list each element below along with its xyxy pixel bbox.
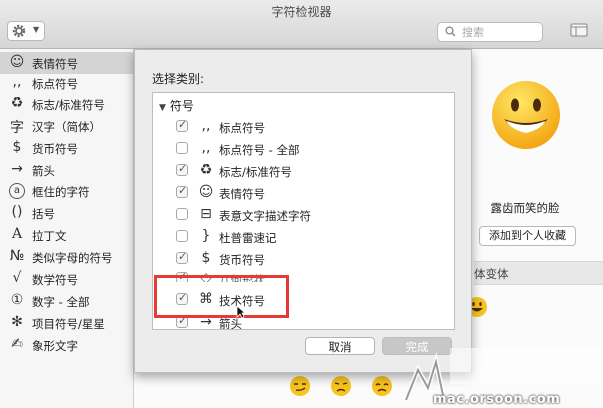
sidebar-item-label: 括号 [32, 207, 55, 221]
sidebar-item-label: 标点符号 [32, 77, 78, 91]
square-root-icon: √ [12, 270, 22, 286]
gear-icon [12, 24, 26, 38]
list-item[interactable]: $ 货币符号 [153, 248, 454, 270]
list-item-label: 表意文字描述字符 [219, 209, 311, 223]
mouse-cursor-icon [236, 305, 246, 319]
category-selection-dialog: 选择类别: ▼符号 ,, 标点符号 ,, 标点符号 - 全部 ♻ 标志/标准符号… [134, 49, 472, 373]
watermark-text: mac.orsoon.com [433, 392, 561, 407]
list-item-label: 标点符号 - 全部 [219, 143, 300, 157]
dollar-icon: $ [12, 139, 22, 155]
list-item-label: 杜普雷速记 [219, 231, 277, 245]
sidebar-item-pictographs[interactable]: ✍ 象形文字 [0, 334, 133, 356]
punctuation-icon: ,, [201, 118, 211, 134]
grinning-face-icon [492, 81, 560, 149]
sidebar-item-label: 拉丁文 [32, 229, 67, 243]
group-header[interactable]: ▼ 符号 [159, 97, 194, 114]
list-item-label: 标点符号 [219, 121, 265, 135]
smirking-face-icon[interactable] [289, 375, 311, 397]
annotation-highlight-box [154, 275, 289, 318]
search-input[interactable] [460, 24, 542, 41]
list-item[interactable]: ,, 标点符号 [153, 116, 454, 138]
add-to-favorites-button[interactable]: 添加到个人收藏 [479, 226, 576, 246]
sidebar-item-label: 项目符号/星星 [32, 317, 105, 331]
smiley-icon: ☺ [198, 184, 214, 200]
sidebar-item-label: 标志/标准符号 [32, 98, 105, 112]
sidebar-item-label: 表情符号 [32, 57, 78, 71]
font-variants-header: 体变体 [474, 261, 603, 285]
sidebar-item-label: 象形文字 [32, 339, 78, 353]
keyboard-viewer-icon[interactable] [570, 23, 588, 37]
list-item[interactable]: } 杜普雷速记 [153, 226, 454, 248]
brackets-icon: () [11, 204, 23, 220]
sidebar-item-label: 数学符号 [32, 273, 78, 287]
sidebar-item-emoji[interactable]: ☺ 表情符号 [0, 52, 133, 74]
list-item-label: 表情符号 [219, 187, 265, 201]
list-item-label: 标志/标准符号 [219, 165, 292, 179]
checkbox[interactable] [176, 118, 188, 132]
sidebar-item-label: 货币符号 [32, 142, 78, 156]
recycle-icon: ♻ [10, 95, 24, 111]
writing-hand-icon: ✍ [11, 336, 23, 352]
sidebar-item-currency[interactable]: $ 货币符号 [0, 137, 133, 159]
search-field[interactable] [437, 22, 543, 42]
sidebar-item-digits[interactable]: ① 数字 - 全部 [0, 290, 133, 312]
recycle-icon: ♻ [199, 162, 213, 178]
ideographic-description-icon: ⊟ [200, 206, 212, 222]
sidebar-item-letterlike[interactable]: № 类似字母的符号 [0, 246, 133, 268]
asterisk-icon: ✻ [11, 314, 23, 330]
list-item[interactable]: ⊟ 表意文字描述字符 [153, 204, 454, 226]
chevron-down-icon: ▼ [33, 25, 40, 34]
duployan-icon: } [201, 228, 211, 244]
character-name: 露齿而笑的脸 [490, 201, 560, 215]
title-bar: 字符检视器 ▼ [0, 0, 603, 49]
sidebar-item-signs[interactable]: ♻ 标志/标准符号 [0, 93, 133, 115]
checkbox[interactable] [176, 184, 188, 198]
window-title: 字符检视器 [271, 5, 332, 19]
sidebar-item-label: 框住的字符 [32, 185, 90, 199]
sidebar-item-chinese[interactable]: 字 汉字（简体） [0, 115, 133, 137]
list-item[interactable]: ☺ 表情符号 [153, 182, 454, 204]
search-icon [445, 26, 456, 37]
sidebar-item-label: 汉字（简体） [32, 120, 101, 134]
latin-letter-icon: A [11, 226, 23, 242]
sidebar-item-bullets[interactable]: ✻ 项目符号/星星 [0, 312, 133, 334]
checkbox[interactable] [176, 208, 188, 220]
action-menu-button[interactable]: ▼ [7, 21, 45, 41]
sidebar-item-latin[interactable]: A 拉丁文 [0, 224, 133, 246]
checkbox[interactable] [176, 142, 188, 154]
enclosed-letter-icon: a [9, 183, 25, 199]
sidebar-item-enclosed[interactable]: a 框住的字符 [0, 180, 133, 202]
sidebar-item-brackets[interactable]: () 括号 [0, 202, 133, 224]
smiley-icon: ☺ [9, 54, 25, 70]
numero-icon: № [9, 248, 25, 264]
punctuation-icon: ,, [12, 74, 22, 90]
cancel-button[interactable]: 取消 [305, 337, 375, 355]
dollar-icon: $ [201, 250, 211, 266]
list-item[interactable]: ,, 标点符号 - 全部 [153, 138, 454, 160]
list-item-label: 货币符号 [219, 253, 265, 267]
sidebar-item-arrows[interactable]: → 箭头 [0, 159, 133, 181]
punctuation-icon: ,, [201, 140, 211, 156]
arrow-icon: → [11, 161, 23, 177]
list-item[interactable]: ♻ 标志/标准符号 [153, 160, 454, 182]
sidebar-item-label: 箭头 [32, 164, 55, 178]
disappointed-face-icon[interactable] [371, 375, 393, 397]
variants-title: 体变体 [474, 267, 509, 281]
sidebar-item-label: 数字 - 全部 [32, 295, 90, 309]
dialog-label: 选择类别: [152, 72, 205, 86]
checkbox[interactable] [176, 162, 188, 176]
circled-digit-icon: ① [10, 292, 24, 308]
checkbox[interactable] [176, 250, 188, 264]
sidebar-item-math[interactable]: √ 数学符号 [0, 268, 133, 290]
disclosure-triangle-icon[interactable]: ▼ [159, 103, 166, 113]
sidebar-item-punctuation[interactable]: ,, 标点符号 [0, 72, 133, 94]
han-character-icon: 字 [10, 120, 24, 136]
group-label: 符号 [169, 99, 194, 113]
unamused-face-icon[interactable] [330, 375, 352, 397]
checkbox[interactable] [176, 230, 188, 242]
category-sidebar: ☺ 表情符号 ,, 标点符号 ♻ 标志/标准符号 字 汉字（简体） $ 货币符号… [0, 49, 134, 408]
sidebar-item-label: 类似字母的符号 [32, 251, 113, 265]
